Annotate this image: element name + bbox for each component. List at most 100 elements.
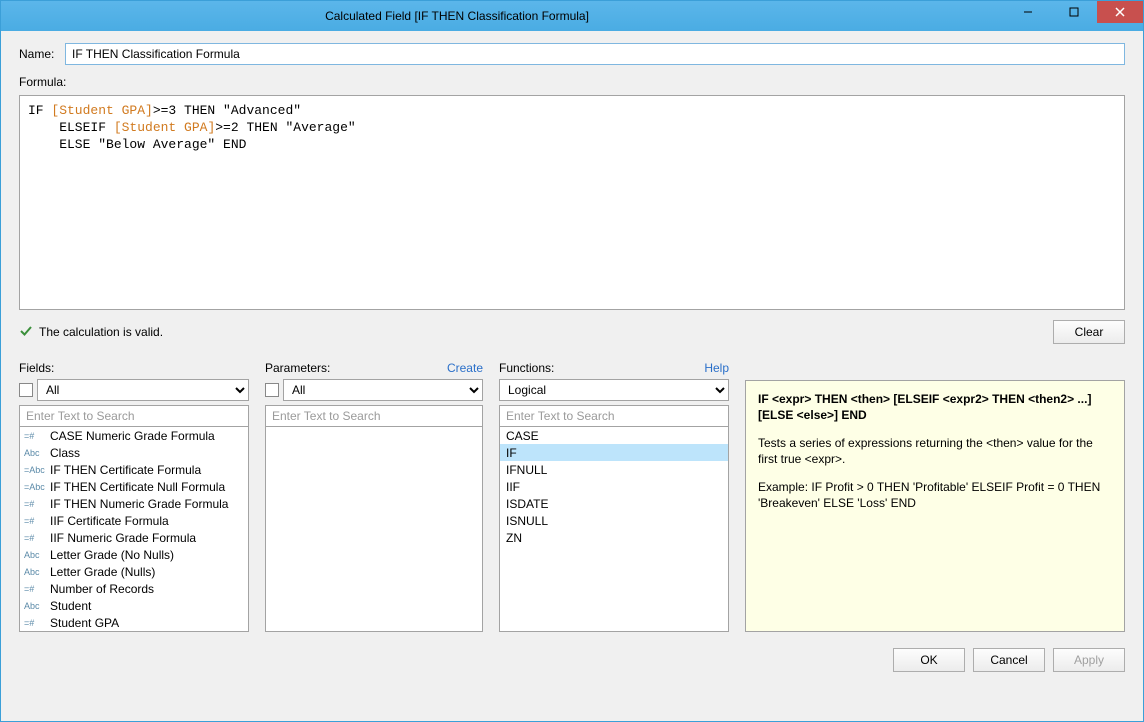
list-item[interactable]: =Abc IF THEN Certificate Formula [20,461,248,478]
field-type-icon: =Abc [24,465,44,475]
parameters-select[interactable]: All [283,379,483,401]
list-item[interactable]: IFNULL [500,461,728,478]
field-type-icon: =Abc [24,482,44,492]
list-item-label: Letter Grade (Nulls) [50,565,155,579]
dialog-window: Calculated Field [IF THEN Classification… [0,0,1144,722]
fields-filter-icon[interactable] [19,383,33,397]
list-item-label: Letter Grade (No Nulls) [50,548,174,562]
parameters-search[interactable] [265,405,483,427]
dialog-footer: OK Cancel Apply [19,638,1125,672]
list-item-label: CASE [504,429,539,443]
list-item-label: CASE Numeric Grade Formula [50,429,215,443]
field-type-icon: Abc [24,601,44,611]
list-item[interactable]: =# IIF Numeric Grade Formula [20,529,248,546]
functions-select-row: Logical [499,379,729,401]
formula-label: Formula: [19,75,1125,89]
list-item-label: Student [50,599,91,613]
minimize-icon [1023,7,1033,17]
parameters-column: Parameters: Create All [265,360,483,632]
functions-select[interactable]: Logical [499,379,729,401]
list-item-label: IIF Numeric Grade Formula [50,531,196,545]
formula-editor[interactable]: IF [Student GPA]>=3 THEN "Advanced" ELSE… [19,95,1125,310]
fields-select-row: All [19,379,249,401]
functions-help-link[interactable]: Help [704,361,729,375]
fields-select[interactable]: All [37,379,249,401]
list-item-label: Class [50,446,80,460]
list-item[interactable]: ISNULL [500,512,728,529]
list-item[interactable]: CASE [500,427,728,444]
field-type-icon: =# [24,431,44,441]
help-column: IF <expr> THEN <then> [ELSEIF <expr2> TH… [745,360,1125,632]
list-item[interactable]: Abc Student [20,597,248,614]
field-type-icon: Abc [24,550,44,560]
name-input[interactable] [65,43,1125,65]
name-label: Name: [19,47,57,61]
functions-header: Functions: Help [499,360,729,376]
parameters-filter-icon[interactable] [265,383,279,397]
field-type-icon: Abc [24,448,44,458]
list-item[interactable]: =# IIF Certificate Formula [20,512,248,529]
list-item-label: IFNULL [504,463,547,477]
close-icon [1115,7,1125,17]
checkmark-icon [19,324,33,341]
cancel-button[interactable]: Cancel [973,648,1045,672]
close-button[interactable] [1097,1,1143,23]
list-item[interactable]: ZN [500,529,728,546]
parameters-label: Parameters: [265,361,330,375]
list-item[interactable]: Abc Letter Grade (No Nulls) [20,546,248,563]
functions-list[interactable]: CASEIF IFNULL IIF ISDATE ISNULL ZN [499,427,729,632]
list-item-label: Student GPA [50,616,119,630]
status-row: The calculation is valid. Clear [19,320,1125,344]
list-item-label: ZN [504,531,522,545]
parameters-header: Parameters: Create [265,360,483,376]
field-type-icon: =# [24,516,44,526]
maximize-button[interactable] [1051,1,1097,23]
list-item[interactable]: AbcLetter Grade (Nulls) [20,563,248,580]
list-item-label: IF THEN Certificate Formula [50,463,201,477]
list-item-label: IF THEN Certificate Null Formula [50,480,225,494]
columns: Fields: All =# CASE Numeric Grade Formula… [19,360,1125,632]
help-syntax: IF <expr> THEN <then> [ELSEIF <expr2> TH… [758,391,1112,423]
status-left: The calculation is valid. [19,324,1053,341]
fields-search[interactable] [19,405,249,427]
list-item[interactable]: =# IF THEN Numeric Grade Formula [20,495,248,512]
list-item[interactable]: ISDATE [500,495,728,512]
parameters-create-link[interactable]: Create [447,361,483,375]
list-item[interactable]: IIF [500,478,728,495]
list-item[interactable]: Abc Class [20,444,248,461]
field-type-icon: =# [24,618,44,628]
dialog-content: Name: Formula: IF [Student GPA]>=3 THEN … [1,31,1143,721]
ok-button[interactable]: OK [893,648,965,672]
fields-label: Fields: [19,361,54,375]
parameters-select-row: All [265,379,483,401]
fields-column: Fields: All =# CASE Numeric Grade Formula… [19,360,249,632]
functions-column: Functions: Help Logical CASEIF IFNULL IIF I… [499,360,729,632]
minimize-button[interactable] [1005,1,1051,23]
list-item-label: IIF Certificate Formula [50,514,169,528]
list-item[interactable]: =Abc IF THEN Certificate Null Formula [20,478,248,495]
list-item[interactable]: =# CASE Numeric Grade Formula [20,427,248,444]
functions-label: Functions: [499,361,554,375]
help-panel: IF <expr> THEN <then> [ELSEIF <expr2> TH… [745,380,1125,632]
clear-button[interactable]: Clear [1053,320,1125,344]
list-item[interactable]: =# Number of Records [20,580,248,597]
list-item-label: IIF [504,480,520,494]
list-item-label: ISNULL [504,514,548,528]
list-item[interactable]: =# Student GPA [20,614,248,631]
window-controls [1005,1,1143,31]
list-item[interactable]: IF [500,444,728,461]
maximize-icon [1069,7,1079,17]
fields-list[interactable]: =#CASE Numeric Grade FormulaAbcClass=Abc… [19,427,249,632]
field-type-icon: =# [24,533,44,543]
apply-button[interactable]: Apply [1053,648,1125,672]
list-item-label: ISDATE [504,497,548,511]
functions-search[interactable] [499,405,729,427]
parameters-list[interactable] [265,427,483,632]
list-item-label: Number of Records [50,582,154,596]
field-type-icon: =# [24,584,44,594]
field-type-icon: =# [24,499,44,509]
name-row: Name: [19,43,1125,65]
fields-header: Fields: [19,360,249,376]
list-item-label: IF THEN Numeric Grade Formula [50,497,228,511]
help-example: Example: IF Profit > 0 THEN 'Profitable'… [758,479,1112,511]
